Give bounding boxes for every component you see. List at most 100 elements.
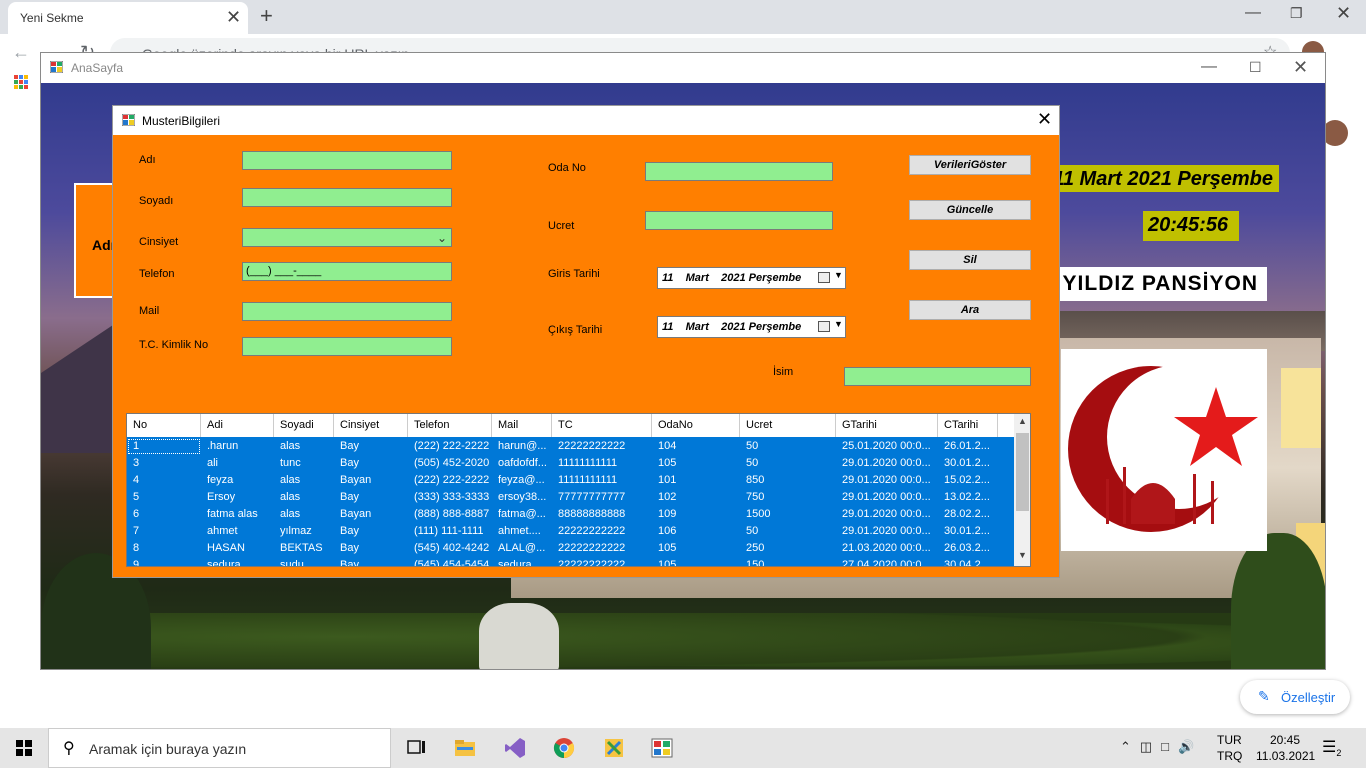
cell-g-tarihi: 25.01.2020 00:0... <box>842 440 931 452</box>
cell-adi: .harun <box>207 440 239 452</box>
table-row[interactable]: 5 Ersoy alas Bay (333) 333-3333 ersoy38... 777… <box>127 489 1014 506</box>
new-tab-icon[interactable]: + <box>260 4 273 28</box>
maximize-icon[interactable]: ☐ <box>1249 59 1262 76</box>
telefon-input[interactable]: (___) ___-____ <box>242 262 452 281</box>
tools-app-icon[interactable] <box>602 736 626 760</box>
oda-no-input[interactable] <box>645 162 833 181</box>
table-row[interactable]: 8 HASAN BEKTAS Bay (545) 402-4242 ALAL@... 222… <box>127 540 1014 557</box>
column-header-ucret[interactable]: Ucret <box>740 414 836 437</box>
column-header-mail[interactable]: Mail <box>492 414 552 437</box>
sil-button[interactable]: Sil <box>909 250 1031 270</box>
cell-adi: feyza <box>207 474 234 486</box>
tc-input[interactable] <box>242 337 452 356</box>
cell-oda-no: 106 <box>658 525 677 537</box>
file-explorer-icon[interactable] <box>453 736 477 760</box>
cell-cinsiyet: Bayan <box>340 474 372 486</box>
giris-date-picker[interactable]: 11 Mart 2021 Perşembe ▼ <box>657 267 846 289</box>
cell-c-tarihi: 30.04.2... <box>944 559 990 567</box>
close-tab-icon[interactable]: ✕ <box>226 7 241 27</box>
ara-button[interactable]: Ara <box>909 300 1031 320</box>
table-row[interactable]: 4 feyza alas Bayan (222) 222-2222 feyza@... 11… <box>127 472 1014 489</box>
cell-adi: ahmet <box>207 525 238 537</box>
cell-no: 1 <box>127 438 201 455</box>
browser-tab-strip: Yeni Sekme ✕ + — ❐ ✕ <box>0 0 1366 34</box>
column-header-tc[interactable]: TC <box>552 414 652 437</box>
cell-ucret: 850 <box>746 474 765 486</box>
cell-no: 7 <box>133 525 140 537</box>
cell-no: 4 <box>133 474 140 486</box>
browser-tab[interactable]: Yeni Sekme ✕ <box>8 2 248 34</box>
guncelle-button[interactable]: Güncelle <box>909 200 1031 220</box>
cell-c-tarihi: 30.01.2... <box>944 457 990 469</box>
clock[interactable]: 20:45 11.03.2021 <box>1256 732 1315 764</box>
ucret-input[interactable] <box>645 211 833 230</box>
close-icon[interactable]: ✕ <box>1293 57 1308 78</box>
visual-studio-icon[interactable] <box>503 736 527 760</box>
mail-input[interactable] <box>242 302 452 321</box>
cell-telefon: (333) 333-3333 <box>414 491 490 503</box>
windows-logo-icon <box>16 740 32 756</box>
minimize-icon[interactable]: — <box>1201 58 1217 76</box>
winforms-app-icon[interactable] <box>650 736 674 760</box>
column-header-g-tarihi[interactable]: GTarihi <box>836 414 938 437</box>
column-header-cinsiyet[interactable]: Cinsiyet <box>334 414 408 437</box>
column-header-c-tarihi[interactable]: CTarihi <box>938 414 998 437</box>
table-row[interactable]: 1 .harun alas Bay (222) 222-2222 harun@... 222… <box>127 438 1014 455</box>
scroll-thumb[interactable] <box>1016 433 1029 511</box>
grid-scrollbar[interactable]: ▲ ▼ <box>1014 414 1030 566</box>
verileri-goster-button[interactable]: VerileriGöster <box>909 155 1031 175</box>
browser-minimize-icon[interactable]: — <box>1245 4 1261 22</box>
input-language[interactable]: TUR TRQ <box>1217 732 1242 764</box>
soyadi-input[interactable] <box>242 188 452 207</box>
cell-cinsiyet: Bay <box>340 457 359 469</box>
browser-close-icon[interactable]: ✕ <box>1336 3 1351 24</box>
cell-telefon: (222) 222-2222 <box>414 474 490 486</box>
app-icon <box>50 61 63 73</box>
cell-tc: 22222222222 <box>558 559 626 567</box>
back-arrow-icon[interactable]: ← <box>12 42 30 63</box>
table-row[interactable]: 7 ahmet yılmaz Bay (111) 111-1111 ahmet.... 22… <box>127 523 1014 540</box>
column-header-telefon[interactable]: Telefon <box>408 414 492 437</box>
task-view-icon[interactable] <box>405 736 429 760</box>
column-header-adi[interactable]: Adi <box>201 414 274 437</box>
column-header-oda-no[interactable]: OdaNo <box>652 414 740 437</box>
chevron-down-icon[interactable]: ⌄ <box>437 230 447 247</box>
isim-search-input[interactable] <box>844 367 1031 386</box>
adi-input[interactable] <box>242 151 452 170</box>
dropdown-arrow-icon[interactable]: ▼ <box>834 270 843 280</box>
notification-icon[interactable]: ☰2 <box>1322 737 1341 758</box>
cell-telefon: (222) 222-2222 <box>414 440 490 452</box>
form-close-icon[interactable]: ✕ <box>1037 109 1052 130</box>
scroll-up-icon[interactable]: ▲ <box>1018 416 1027 426</box>
dropdown-arrow-icon[interactable]: ▼ <box>834 319 843 329</box>
customize-button[interactable]: ✎ Özelleştir <box>1240 680 1350 714</box>
customer-data-grid[interactable]: No Adi Soyadi Cinsiyet Telefon Mail TC OdaNo Ucr… <box>126 413 1031 567</box>
cell-soyadi: tunc <box>280 457 301 469</box>
lang-top: TUR <box>1217 733 1242 747</box>
cell-adi: Ersoy <box>207 491 236 503</box>
scroll-down-icon[interactable]: ▼ <box>1018 550 1027 560</box>
musteri-bilgileri-window: MusteriBilgileri ✕ Adı Soyadı Cinsiyet ⌄… <box>112 105 1060 578</box>
cikis-date-picker[interactable]: 11 Mart 2021 Perşembe ▼ <box>657 316 846 338</box>
chrome-icon[interactable] <box>552 736 576 760</box>
start-button[interactable] <box>0 728 48 768</box>
column-header-no[interactable]: No <box>127 414 201 437</box>
cell-oda-no: 101 <box>658 474 677 486</box>
browser-restore-icon[interactable]: ❐ <box>1290 5 1303 22</box>
cell-tc: 22222222222 <box>558 525 626 537</box>
cinsiyet-select[interactable]: ⌄ <box>242 228 452 247</box>
telefon-label: Telefon <box>139 268 175 280</box>
table-row[interactable]: 3 ali tunc Bay (505) 452-2020 oafdofdf... 1111… <box>127 455 1014 472</box>
taskbar-search-box[interactable]: ⚲ Aramak için buraya yazın <box>48 728 391 768</box>
cell-no: 9 <box>133 559 140 567</box>
column-header-soyadi[interactable]: Soyadi <box>274 414 334 437</box>
system-tray-icons[interactable]: ⌃◫□🔊 <box>1120 739 1203 755</box>
table-row[interactable]: 6 fatma alas alas Bayan (888) 888-8887 fatma@… <box>127 506 1014 523</box>
cell-cinsiyet: Bay <box>340 440 359 452</box>
table-row[interactable]: 9 sedura sudu Bay (545) 454-5454 sedura... 222… <box>127 557 1014 567</box>
apps-grid-icon[interactable] <box>14 75 28 89</box>
cell-no: 3 <box>133 457 140 469</box>
cell-soyadi: alas <box>280 474 301 486</box>
cell-mail: fatma@... <box>498 508 546 520</box>
cell-cinsiyet: Bay <box>340 525 359 537</box>
